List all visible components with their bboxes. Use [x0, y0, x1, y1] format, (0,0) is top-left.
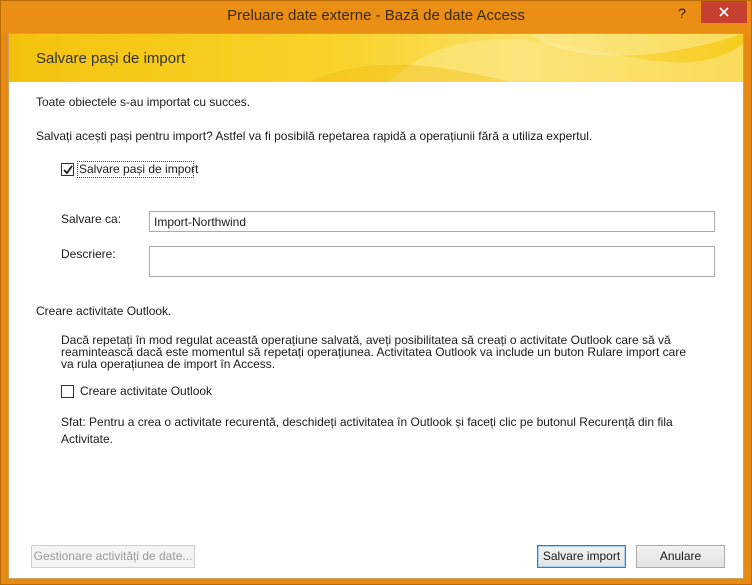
- success-message: Toate obiectele s-au importat cu succes.: [36, 95, 251, 109]
- outlook-task-checkbox[interactable]: [61, 385, 74, 398]
- description-label: Descriere:: [61, 247, 116, 261]
- manage-data-tasks-button[interactable]: Gestionare activități de date...: [31, 545, 195, 568]
- banner-title: Salvare pași de import: [36, 50, 186, 67]
- close-button[interactable]: [701, 1, 747, 23]
- close-icon: [719, 7, 729, 17]
- save-steps-label[interactable]: Salvare pași de import: [79, 162, 198, 177]
- save-import-button[interactable]: Salvare import: [537, 545, 626, 568]
- outlook-info-line-3: va rula operațiunea de import în Access.: [61, 357, 276, 371]
- help-button[interactable]: ?: [668, 3, 696, 23]
- save-steps-checkbox[interactable]: [61, 163, 74, 176]
- description-input[interactable]: [149, 246, 715, 277]
- save-as-input[interactable]: Import-Northwind: [149, 211, 715, 232]
- tip-line-2: Activitate.: [61, 432, 114, 446]
- dialog-window: Preluare date externe - Bază de date Acc…: [0, 0, 752, 585]
- window-title: Preluare date externe - Bază de date Acc…: [227, 7, 525, 24]
- outlook-heading: Creare activitate Outlook.: [36, 304, 172, 318]
- outlook-task-label[interactable]: Creare activitate Outlook: [80, 384, 212, 399]
- dialog-content: Salvare pași de import Toate obiectele s…: [8, 33, 744, 579]
- tip-line-1: Sfat: Pentru a crea o activitate recuren…: [61, 415, 673, 429]
- title-bar[interactable]: Preluare date externe - Bază de date Acc…: [1, 1, 751, 33]
- checkmark-icon: [63, 165, 73, 175]
- save-as-label: Salvare ca:: [61, 212, 122, 226]
- save-question: Salvați acești pași pentru import? Astfe…: [36, 129, 593, 143]
- banner: Salvare pași de import: [9, 34, 743, 82]
- cancel-button[interactable]: Anulare: [636, 545, 725, 568]
